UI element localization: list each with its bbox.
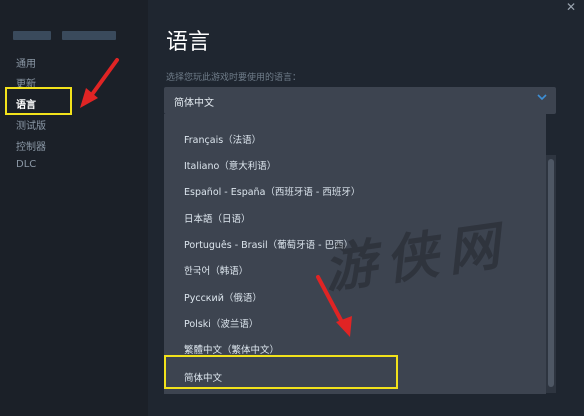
arrow-to-simplified-chinese bbox=[316, 275, 345, 326]
annotation-arrows bbox=[80, 58, 352, 337]
